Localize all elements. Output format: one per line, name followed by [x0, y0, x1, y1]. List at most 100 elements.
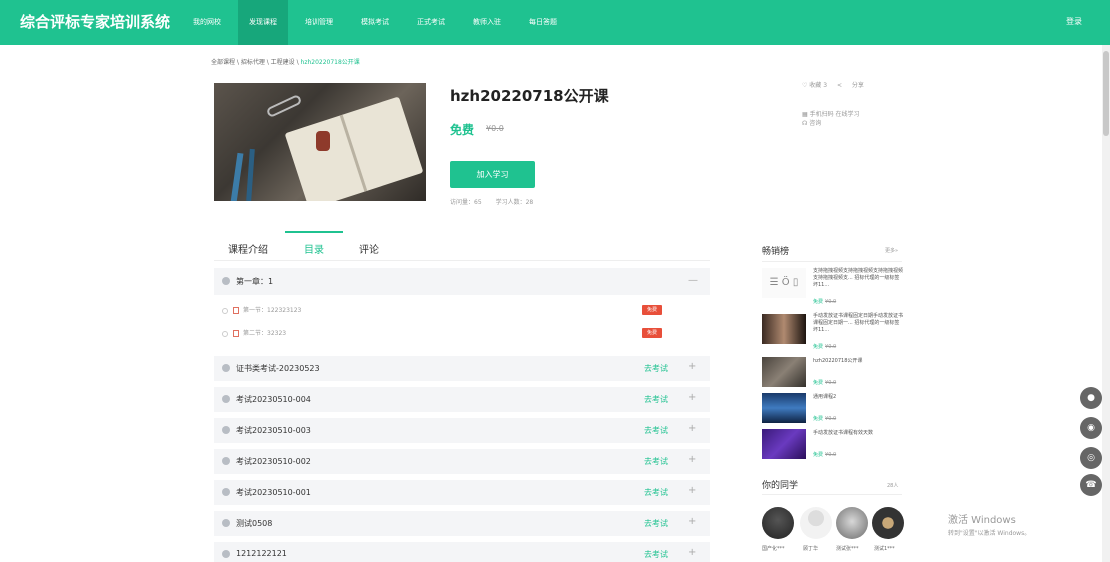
scrollbar-thumb[interactable] [1103, 51, 1109, 136]
phone-icon[interactable]: ☎ [1080, 474, 1102, 496]
bestseller-item-text[interactable]: 手动发放证书课程有效天数 [813, 430, 903, 437]
avatar[interactable] [800, 507, 832, 539]
collapse-icon[interactable]: — [688, 275, 698, 286]
bestseller-free-label: 免费 [813, 416, 824, 422]
nav-formal-exam[interactable]: 正式考试 [406, 0, 456, 45]
exam-bullet-icon [222, 488, 230, 496]
section-row[interactable]: 第一节：122323123 [222, 305, 301, 314]
expand-icon[interactable]: + [688, 516, 696, 527]
expand-icon[interactable]: + [688, 392, 696, 403]
bestseller-item-text[interactable]: 通用课程2 [813, 394, 903, 401]
section-row[interactable]: 第二节：32323 [222, 328, 286, 337]
avatar[interactable] [762, 507, 794, 539]
bestseller-thumb[interactable] [762, 357, 806, 387]
expand-icon[interactable]: + [688, 454, 696, 465]
breadcrumb-current: hzh20220718公开课 [300, 59, 360, 66]
bestseller-item-text[interactable]: 支持拖拽视频支持拖拽视频支持拖拽视频支持拖拽视频支... 招标代理的一级标签坏1… [813, 268, 903, 289]
exam-name: 考试20230510-004 [236, 395, 311, 404]
brand-title[interactable]: 综合评标专家培训系统 [20, 11, 170, 32]
bestseller-thumb[interactable] [762, 429, 806, 459]
page-scrollbar[interactable] [1102, 45, 1110, 562]
bestseller-item-text[interactable]: 手动发放证书课程固定日期手动发放证书课程固定日期一... 招标代理的一级标签坏1… [813, 313, 903, 334]
bestseller-thumb[interactable]: ☰ Ö ▯ [762, 268, 806, 298]
bestseller-thumb[interactable] [762, 314, 806, 344]
bestseller-orig-price: ¥0.0 [825, 416, 837, 422]
exam-name: 测试0508 [236, 519, 273, 528]
weibo-icon[interactable]: ◎ [1080, 447, 1102, 469]
course-cover-image [214, 83, 426, 201]
tab-intro[interactable]: 课程介绍 [228, 241, 268, 256]
qq-icon[interactable]: ● [1080, 387, 1102, 409]
bestseller-free-label: 免费 [813, 380, 824, 386]
course-tabs: 课程介绍 目录 评论 [214, 231, 710, 261]
section-name: 第二节：32323 [243, 330, 287, 337]
go-exam-link[interactable]: 去考试 [644, 456, 668, 467]
chapter-row[interactable]: 第一章：1 — [214, 268, 710, 295]
classmates-title: 你的同学 [762, 481, 799, 491]
mobile-study-label: 手机扫码 在线学习 [809, 111, 860, 118]
bestseller-free-label: 免费 [813, 344, 824, 350]
classmate-name: 测试1*** [874, 546, 895, 552]
bestseller-orig-price: ¥0.0 [825, 344, 837, 350]
wechat-icon[interactable]: ◉ [1080, 417, 1102, 439]
classmate-name: 顾丁华 [803, 546, 819, 552]
avatar[interactable] [872, 507, 904, 539]
go-exam-link[interactable]: 去考试 [644, 549, 668, 560]
exam-name: 考试20230510-001 [236, 488, 311, 497]
exam-row[interactable]: 考试20230510-003 去考试 + [214, 418, 710, 443]
bestseller-thumb[interactable] [762, 393, 806, 423]
exam-row[interactable]: 考试20230510-004 去考试 + [214, 387, 710, 412]
cover-stamp-graphic [316, 131, 330, 151]
exam-row[interactable]: 证书类考试-20230523 去考试 + [214, 356, 710, 381]
expand-icon[interactable]: + [688, 423, 696, 434]
consult-link[interactable]: ☊ 咨询 [802, 118, 821, 127]
bestseller-more-link[interactable]: 更多» [885, 247, 898, 254]
windows-activation-watermark: 激活 Windows 转到"设置"以激活 Windows。 [948, 511, 1030, 537]
exam-row[interactable]: 考试20230510-002 去考试 + [214, 449, 710, 474]
go-exam-link[interactable]: 去考试 [644, 425, 668, 436]
share-button[interactable]: < 分享 [837, 82, 872, 89]
learner-count: 学习人数：28 [495, 199, 534, 206]
section-name: 第一节：122323123 [243, 307, 302, 314]
go-exam-link[interactable]: 去考试 [644, 363, 668, 374]
nav-my-school[interactable]: 我的网校 [182, 0, 232, 45]
bestseller-item-price: 免费 ¥0.0 [813, 379, 836, 386]
nav-discover-courses[interactable]: 发现课程 [238, 0, 288, 45]
nav-daily-quiz[interactable]: 每日答题 [518, 0, 568, 45]
expand-icon[interactable]: + [688, 547, 696, 558]
tab-catalog[interactable]: 目录 [304, 241, 324, 256]
chapter-name: 第一章：1 [236, 277, 274, 286]
course-side-actions: ♡ 收藏 3 < 分享 [802, 80, 880, 89]
mobile-study[interactable]: ▦ 手机扫码 在线学习 [802, 109, 860, 118]
expand-icon[interactable]: + [688, 361, 696, 372]
exam-row[interactable]: 1212122121 去考试 + [214, 542, 710, 562]
exam-bullet-icon [222, 519, 230, 527]
classmate-name: 国产化*** [762, 546, 785, 552]
login-link[interactable]: 登录 [1066, 16, 1082, 27]
document-icon [233, 307, 239, 314]
exam-row[interactable]: 考试20230510-001 去考试 + [214, 480, 710, 505]
breadcrumb-path[interactable]: 全部课程 \ 招标代理 \ 工程建设 \ [211, 59, 301, 66]
section-status-icon [222, 330, 228, 337]
section-status-icon [222, 307, 228, 314]
favorite-button[interactable]: ♡ 收藏 3 [802, 82, 827, 89]
nav-teacher-join[interactable]: 教师入驻 [462, 0, 512, 45]
course-stats: 访问量：65 学习人数：28 [450, 197, 545, 206]
bestseller-divider [762, 261, 902, 262]
go-exam-link[interactable]: 去考试 [644, 518, 668, 529]
join-study-button[interactable]: 加入学习 [450, 161, 535, 188]
nav-training-management[interactable]: 培训管理 [294, 0, 344, 45]
bestseller-item-text[interactable]: hzh20220718公开课 [813, 358, 903, 365]
exam-row[interactable]: 测试0508 去考试 + [214, 511, 710, 536]
top-navbar: 综合评标专家培训系统 我的网校 发现课程 培训管理 模拟考试 正式考试 教师入驻… [0, 0, 1110, 45]
go-exam-link[interactable]: 去考试 [644, 394, 668, 405]
bestseller-item-price: 免费 ¥0.0 [813, 415, 836, 422]
exam-name: 1212122121 [236, 549, 287, 558]
expand-icon[interactable]: + [688, 485, 696, 496]
course-price-original: ¥0.0 [486, 124, 504, 133]
tab-comments[interactable]: 评论 [359, 241, 379, 256]
avatar[interactable] [836, 507, 868, 539]
classmates-divider [762, 494, 902, 495]
nav-mock-exam[interactable]: 模拟考试 [350, 0, 400, 45]
go-exam-link[interactable]: 去考试 [644, 487, 668, 498]
